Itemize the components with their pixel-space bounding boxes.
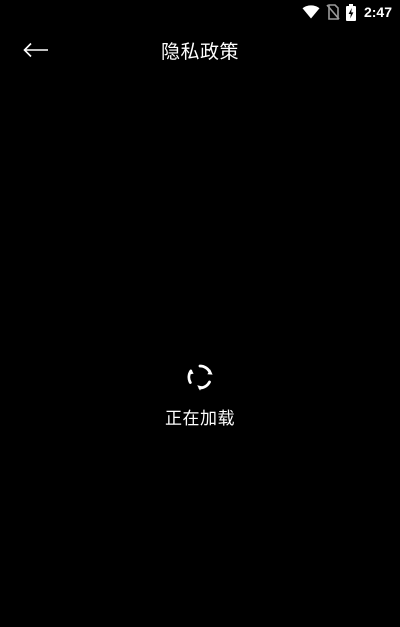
arrow-left-icon <box>23 42 49 62</box>
status-time: 2:47 <box>363 4 392 20</box>
app-bar: 隐私政策 <box>0 24 400 80</box>
battery-charging-icon <box>345 3 356 21</box>
loading-indicator: 正在加载 <box>0 362 400 429</box>
status-bar: 2:47 <box>0 0 400 24</box>
no-sim-icon <box>326 4 340 20</box>
back-button[interactable] <box>16 34 56 70</box>
wifi-icon <box>302 5 320 19</box>
loading-text: 正在加载 <box>165 409 235 429</box>
loading-spinner-icon <box>185 362 215 392</box>
status-icons: 2:47 <box>302 2 392 22</box>
page-title: 隐私政策 <box>160 41 239 63</box>
